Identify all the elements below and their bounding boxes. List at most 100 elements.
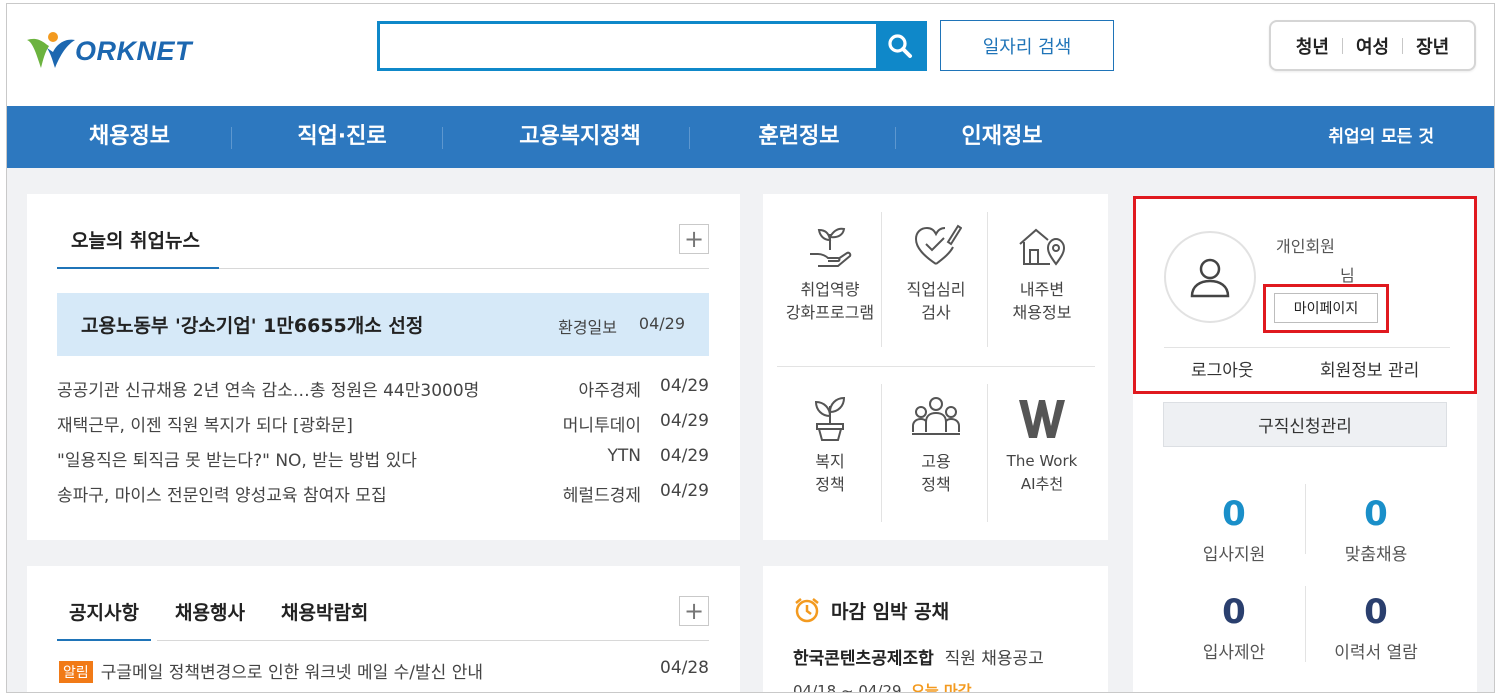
job-search-button[interactable]: 일자리 검색 bbox=[940, 20, 1114, 71]
news-item-source: 헤럴드경제 bbox=[562, 486, 641, 506]
quick-link-youth[interactable]: 청년 bbox=[1283, 33, 1342, 59]
nav-item-recruit[interactable]: 채용정보 bbox=[67, 106, 192, 168]
stat-value: 0 bbox=[1222, 494, 1246, 534]
menu-label: 정책 bbox=[815, 475, 845, 494]
service-menu-panel: 취업역량 강화프로그램 직업심리 검사 내주변 채용정보 복지 정책 고용 정책… bbox=[763, 194, 1108, 540]
member-type: 개인회원 bbox=[1276, 237, 1335, 256]
headline-source: 환경일보 bbox=[558, 318, 617, 337]
news-item[interactable]: 공공기관 신규채용 2년 연속 감소…총 정원은 44만3000명 아주경제 0… bbox=[57, 376, 709, 402]
stat-label: 입사지원 bbox=[1202, 545, 1266, 565]
deadline-title: 마감 임박 공채 bbox=[793, 596, 949, 624]
headline-date: 04/29 bbox=[638, 314, 685, 333]
news-item-date: 04/29 bbox=[660, 446, 709, 466]
news-item-date: 04/29 bbox=[660, 411, 709, 431]
deadline-item[interactable]: 한국콘텐츠공제조합 직원 채용공고 bbox=[793, 644, 1044, 669]
menu-label: 채용정보 bbox=[1012, 303, 1072, 322]
avatar bbox=[1164, 231, 1256, 323]
headline-title: 고용노동부 '강소기업' 1만6655개소 선정 bbox=[81, 315, 424, 337]
news-item-date: 04/29 bbox=[660, 376, 709, 396]
nav-item-welfare[interactable]: 고용복지정책 bbox=[485, 106, 675, 168]
w-letter-icon bbox=[1019, 400, 1065, 438]
nav-item-talent[interactable]: 인재정보 bbox=[932, 106, 1072, 168]
stat-resume-views[interactable]: 0 이력서 열람 bbox=[1305, 592, 1447, 663]
search-box bbox=[377, 21, 927, 71]
nav-item-career[interactable]: 직업·진로 bbox=[272, 106, 412, 168]
nav-all-link[interactable]: 취업의 모든 것 bbox=[1328, 106, 1434, 168]
divider bbox=[219, 268, 709, 269]
tab-news[interactable]: 오늘의 취업뉴스 bbox=[57, 214, 219, 269]
mypage-button[interactable]: 마이페이지 bbox=[1274, 293, 1378, 323]
news-panel: 오늘의 취업뉴스 + 고용노동부 '강소기업' 1만6655개소 선정 환경일보… bbox=[27, 194, 740, 540]
stat-matched[interactable]: 0 맞춤채용 bbox=[1305, 494, 1447, 565]
menu-employment-policy[interactable]: 고용 정책 bbox=[883, 392, 989, 496]
apply-management-button[interactable]: 구직신청관리 bbox=[1163, 402, 1447, 447]
deadline-panel: 마감 임박 공채 한국콘텐츠공제조합 직원 채용공고 04/18 ~ 04/29… bbox=[763, 566, 1108, 693]
logout-link[interactable]: 로그아웃 bbox=[1191, 356, 1254, 381]
plus-icon: + bbox=[683, 597, 705, 625]
member-name-suffix: 님 bbox=[1340, 266, 1355, 285]
quick-links: 청년 여성 장년 bbox=[1269, 20, 1476, 71]
news-item-source: YTN bbox=[607, 446, 642, 466]
quick-link-women[interactable]: 여성 bbox=[1343, 33, 1402, 59]
deadline-title-text: 마감 임박 공채 bbox=[831, 600, 950, 623]
news-item[interactable]: 송파구, 마이스 전문인력 양성교육 참여자 모집 헤럴드경제 04/29 bbox=[57, 481, 709, 507]
worknet-logo[interactable]: ORKNET bbox=[25, 24, 220, 72]
menu-label: 직업심리 bbox=[906, 280, 966, 299]
stat-applied[interactable]: 0 입사지원 bbox=[1163, 494, 1305, 565]
deadline-period-row: 04/18 ~ 04/29 오늘 마감 bbox=[793, 680, 972, 693]
search-button[interactable] bbox=[876, 24, 924, 68]
tab-events[interactable]: 채용행사 bbox=[175, 586, 245, 641]
menu-label: 검사 bbox=[921, 303, 951, 322]
mypage-highlight: 마이페이지 bbox=[1263, 284, 1389, 333]
menu-label: 강화프로그램 bbox=[785, 303, 875, 322]
news-headline[interactable]: 고용노동부 '강소기업' 1만6655개소 선정 환경일보 04/29 bbox=[57, 293, 709, 356]
quick-link-middle-aged[interactable]: 장년 bbox=[1403, 33, 1462, 59]
notice-panel: 공지사항 채용행사 채용박람회 + 알림 구글메일 정책변경으로 인한 워크넷 메… bbox=[27, 566, 740, 692]
deadline-company: 한국콘텐츠공제조합 bbox=[793, 649, 934, 669]
menu-label: 내주변 bbox=[1019, 280, 1065, 299]
search-input[interactable] bbox=[380, 24, 876, 68]
tab-notice[interactable]: 공지사항 bbox=[57, 586, 151, 641]
notice-date: 04/28 bbox=[660, 658, 709, 678]
news-item-title: 공공기관 신규채용 2년 연속 감소…총 정원은 44만3000명 bbox=[57, 381, 480, 401]
member-panel: 개인회원 님 마이페이지 로그아웃 회원정보 관리 bbox=[1133, 196, 1477, 394]
menu-label: 고용 bbox=[921, 452, 951, 471]
menu-the-work-ai[interactable]: The Work AI추천 bbox=[989, 392, 1095, 496]
menu-label: 취업역량 bbox=[800, 280, 860, 299]
stat-value: 0 bbox=[1222, 592, 1246, 632]
member-info-link[interactable]: 회원정보 관리 bbox=[1320, 356, 1419, 381]
house-location-icon bbox=[1019, 228, 1066, 266]
menu-label: The Work bbox=[1006, 452, 1078, 470]
plus-icon: + bbox=[683, 225, 705, 253]
divider bbox=[1164, 347, 1450, 348]
nav-divider bbox=[689, 127, 690, 149]
job-application-panel: 구직신청관리 0 입사지원 0 맞춤채용 0 입사제안 0 이력서 열람 bbox=[1133, 394, 1477, 692]
deadline-dday: 오늘 마감 bbox=[911, 682, 972, 693]
nav-divider bbox=[442, 127, 443, 149]
alarm-clock-icon bbox=[795, 598, 819, 623]
deadline-period: 04/18 ~ 04/29 bbox=[793, 682, 902, 693]
notice-more-button[interactable]: + bbox=[679, 596, 709, 626]
menu-label: 복지 bbox=[815, 452, 845, 471]
deadline-job: 직원 채용공고 bbox=[944, 649, 1044, 669]
stat-offers[interactable]: 0 입사제안 bbox=[1163, 592, 1305, 663]
potted-plant-icon bbox=[814, 396, 846, 441]
nav-item-training[interactable]: 훈련정보 bbox=[729, 106, 869, 168]
divider bbox=[777, 366, 1095, 367]
search-icon bbox=[888, 34, 912, 58]
notice-item[interactable]: 알림 구글메일 정책변경으로 인한 워크넷 메일 수/발신 안내 04/28 bbox=[59, 658, 709, 684]
tab-job-fair[interactable]: 채용박람회 bbox=[281, 586, 368, 641]
stat-value: 0 bbox=[1364, 494, 1388, 534]
news-item[interactable]: "일용직은 퇴직금 못 받는다?" NO, 받는 방법 있다 YTN 04/29 bbox=[57, 446, 709, 472]
news-more-button[interactable]: + bbox=[679, 224, 709, 254]
heart-pencil-icon bbox=[914, 224, 962, 265]
menu-welfare-policy[interactable]: 복지 정책 bbox=[777, 392, 883, 496]
news-item-date: 04/29 bbox=[660, 481, 709, 501]
menu-nearby-jobs[interactable]: 내주변 채용정보 bbox=[989, 220, 1095, 324]
notice-title: 구글메일 정책변경으로 인한 워크넷 메일 수/발신 안내 bbox=[100, 663, 483, 683]
notice-badge: 알림 bbox=[59, 661, 93, 683]
news-item[interactable]: 재택근무, 이젠 직원 복지가 되다 [광화문] 머니투데이 04/29 bbox=[57, 411, 709, 437]
menu-job-skills[interactable]: 취업역량 강화프로그램 bbox=[777, 220, 883, 324]
page-frame: ORKNET 일자리 검색 청년 여성 장년 채용정보 직업·진로 고용복지정책 bbox=[6, 3, 1495, 693]
menu-aptitude-test[interactable]: 직업심리 검사 bbox=[883, 220, 989, 324]
